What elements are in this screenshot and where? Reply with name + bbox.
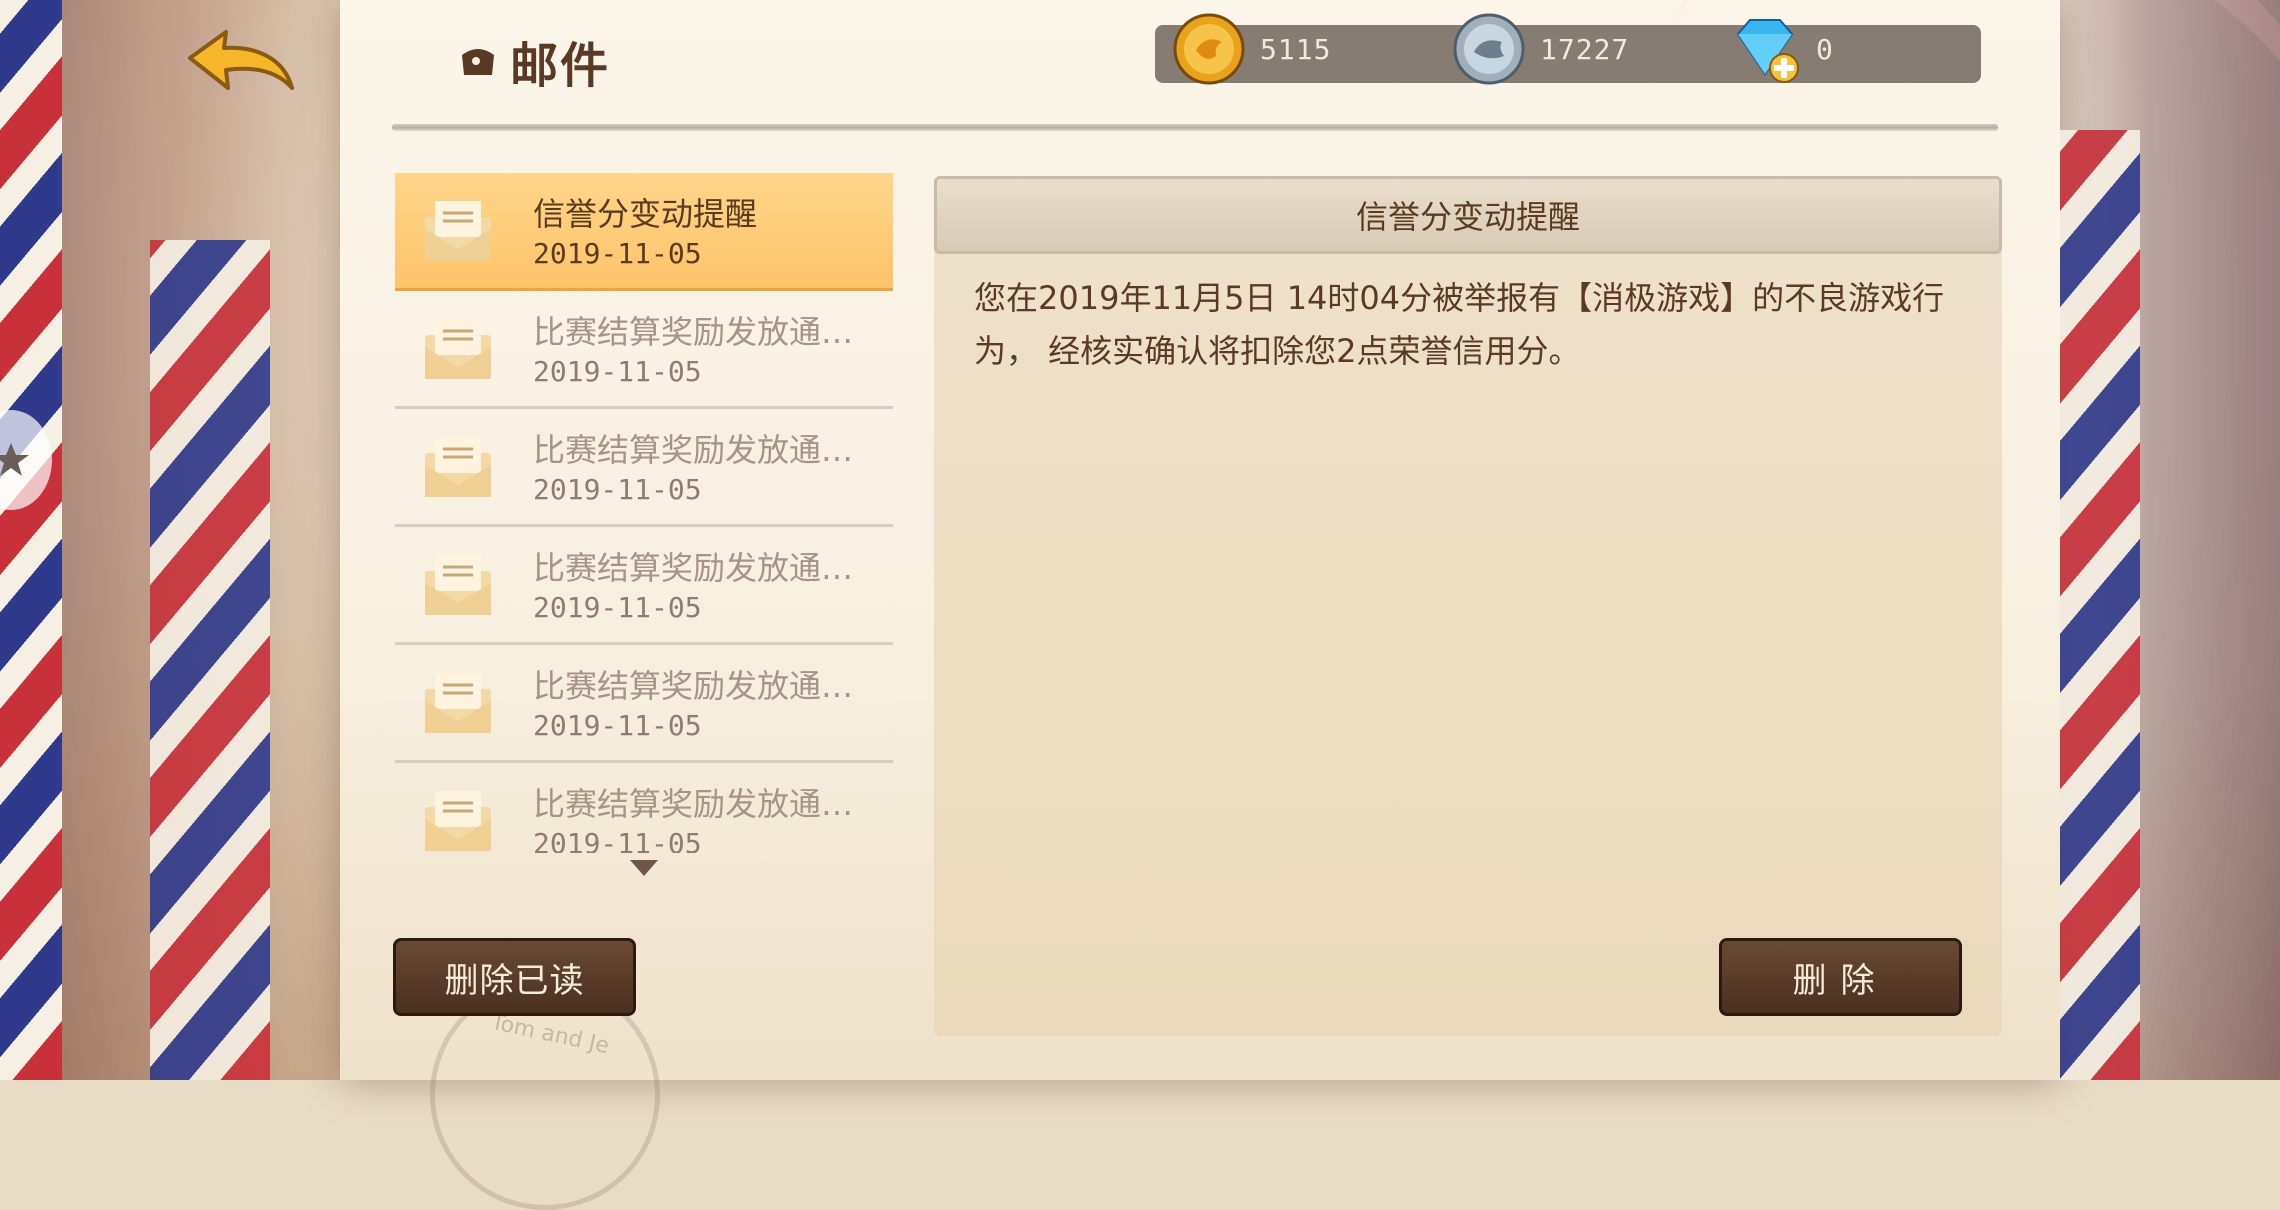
detail-body: 您在2019年11月5日 14时04分被举报有【消极游戏】的不良游戏行为， 经核… <box>974 279 1945 370</box>
scroll-down-arrow-icon[interactable] <box>630 860 658 876</box>
mail-title: 比赛结算奖励发放通… <box>533 667 854 705</box>
delete-button[interactable]: 删除 <box>1719 938 1962 1016</box>
mail-date: 2019-11-05 <box>533 355 702 388</box>
airmail-stripe-left <box>0 0 62 1080</box>
gold-amount: 5115 <box>1260 32 1332 66</box>
diamond-plus-icon <box>1736 19 1799 83</box>
envelope-icon <box>425 437 491 497</box>
mail-list-item[interactable]: 比赛结算奖励发放通… 2019-11-05 <box>395 291 893 409</box>
silver-amount: 17227 <box>1540 32 1630 66</box>
mail-list-item[interactable]: 比赛结算奖励发放通… 2019-11-05 <box>395 527 893 645</box>
mail-date: 2019-11-05 <box>533 827 702 853</box>
gem-currency[interactable]: 0 <box>1728 14 1834 84</box>
airmail-stripe-envelope <box>150 240 270 1080</box>
mail-title: 比赛结算奖励发放通… <box>533 431 854 469</box>
mail-list-item[interactable]: 比赛结算奖励发放通… 2019-11-05 <box>395 763 893 853</box>
delete-read-button[interactable]: 删除已读 <box>393 938 636 1016</box>
envelope-icon <box>425 791 491 851</box>
envelope-icon <box>425 319 491 379</box>
mail-detail-panel: 信誉分变动提醒 您在2019年11月5日 14时04分被举报有【消极游戏】的不良… <box>934 176 2002 1036</box>
back-button[interactable] <box>186 28 296 100</box>
gold-coin-icon <box>1173 13 1245 85</box>
mail-date: 2019-11-05 <box>533 237 702 270</box>
silver-currency[interactable]: 17227 <box>1452 13 1630 85</box>
mail-date: 2019-11-05 <box>533 709 702 742</box>
mail-title: 比赛结算奖励发放通… <box>533 785 854 823</box>
back-arrow-icon <box>188 30 294 90</box>
gem-amount: 0 <box>1816 32 1834 66</box>
star-icon <box>0 443 29 476</box>
detail-header: 信誉分变动提醒 <box>934 176 2002 254</box>
silver-coin-icon <box>1453 13 1525 85</box>
mail-list-item[interactable]: 比赛结算奖励发放通… 2019-11-05 <box>395 409 893 527</box>
envelope-icon <box>425 201 491 261</box>
mail-list-item[interactable]: 信誉分变动提醒 2019-11-05 <box>395 173 893 291</box>
page-title-text: 邮件 <box>510 38 611 94</box>
mail-title-icon <box>462 49 494 75</box>
gold-currency[interactable]: 5115 <box>1172 13 1332 85</box>
mail-title: 比赛结算奖励发放通… <box>533 549 854 587</box>
mail-list-item[interactable]: 比赛结算奖励发放通… 2019-11-05 <box>395 645 893 763</box>
mail-title: 信誉分变动提醒 <box>533 195 758 233</box>
header-divider <box>392 124 1998 131</box>
envelope-icon <box>425 555 491 615</box>
mail-date: 2019-11-05 <box>533 591 702 624</box>
mail-date: 2019-11-05 <box>533 473 702 506</box>
mail-title: 比赛结算奖励发放通… <box>533 313 854 351</box>
page-title: 邮件 <box>458 28 610 94</box>
mail-list[interactable]: 信誉分变动提醒 2019-11-05 比赛结算奖励发放通… 2019-11-05… <box>395 173 893 853</box>
detail-title: 信誉分变动提醒 <box>1355 198 1580 236</box>
envelope-icon <box>425 673 491 733</box>
